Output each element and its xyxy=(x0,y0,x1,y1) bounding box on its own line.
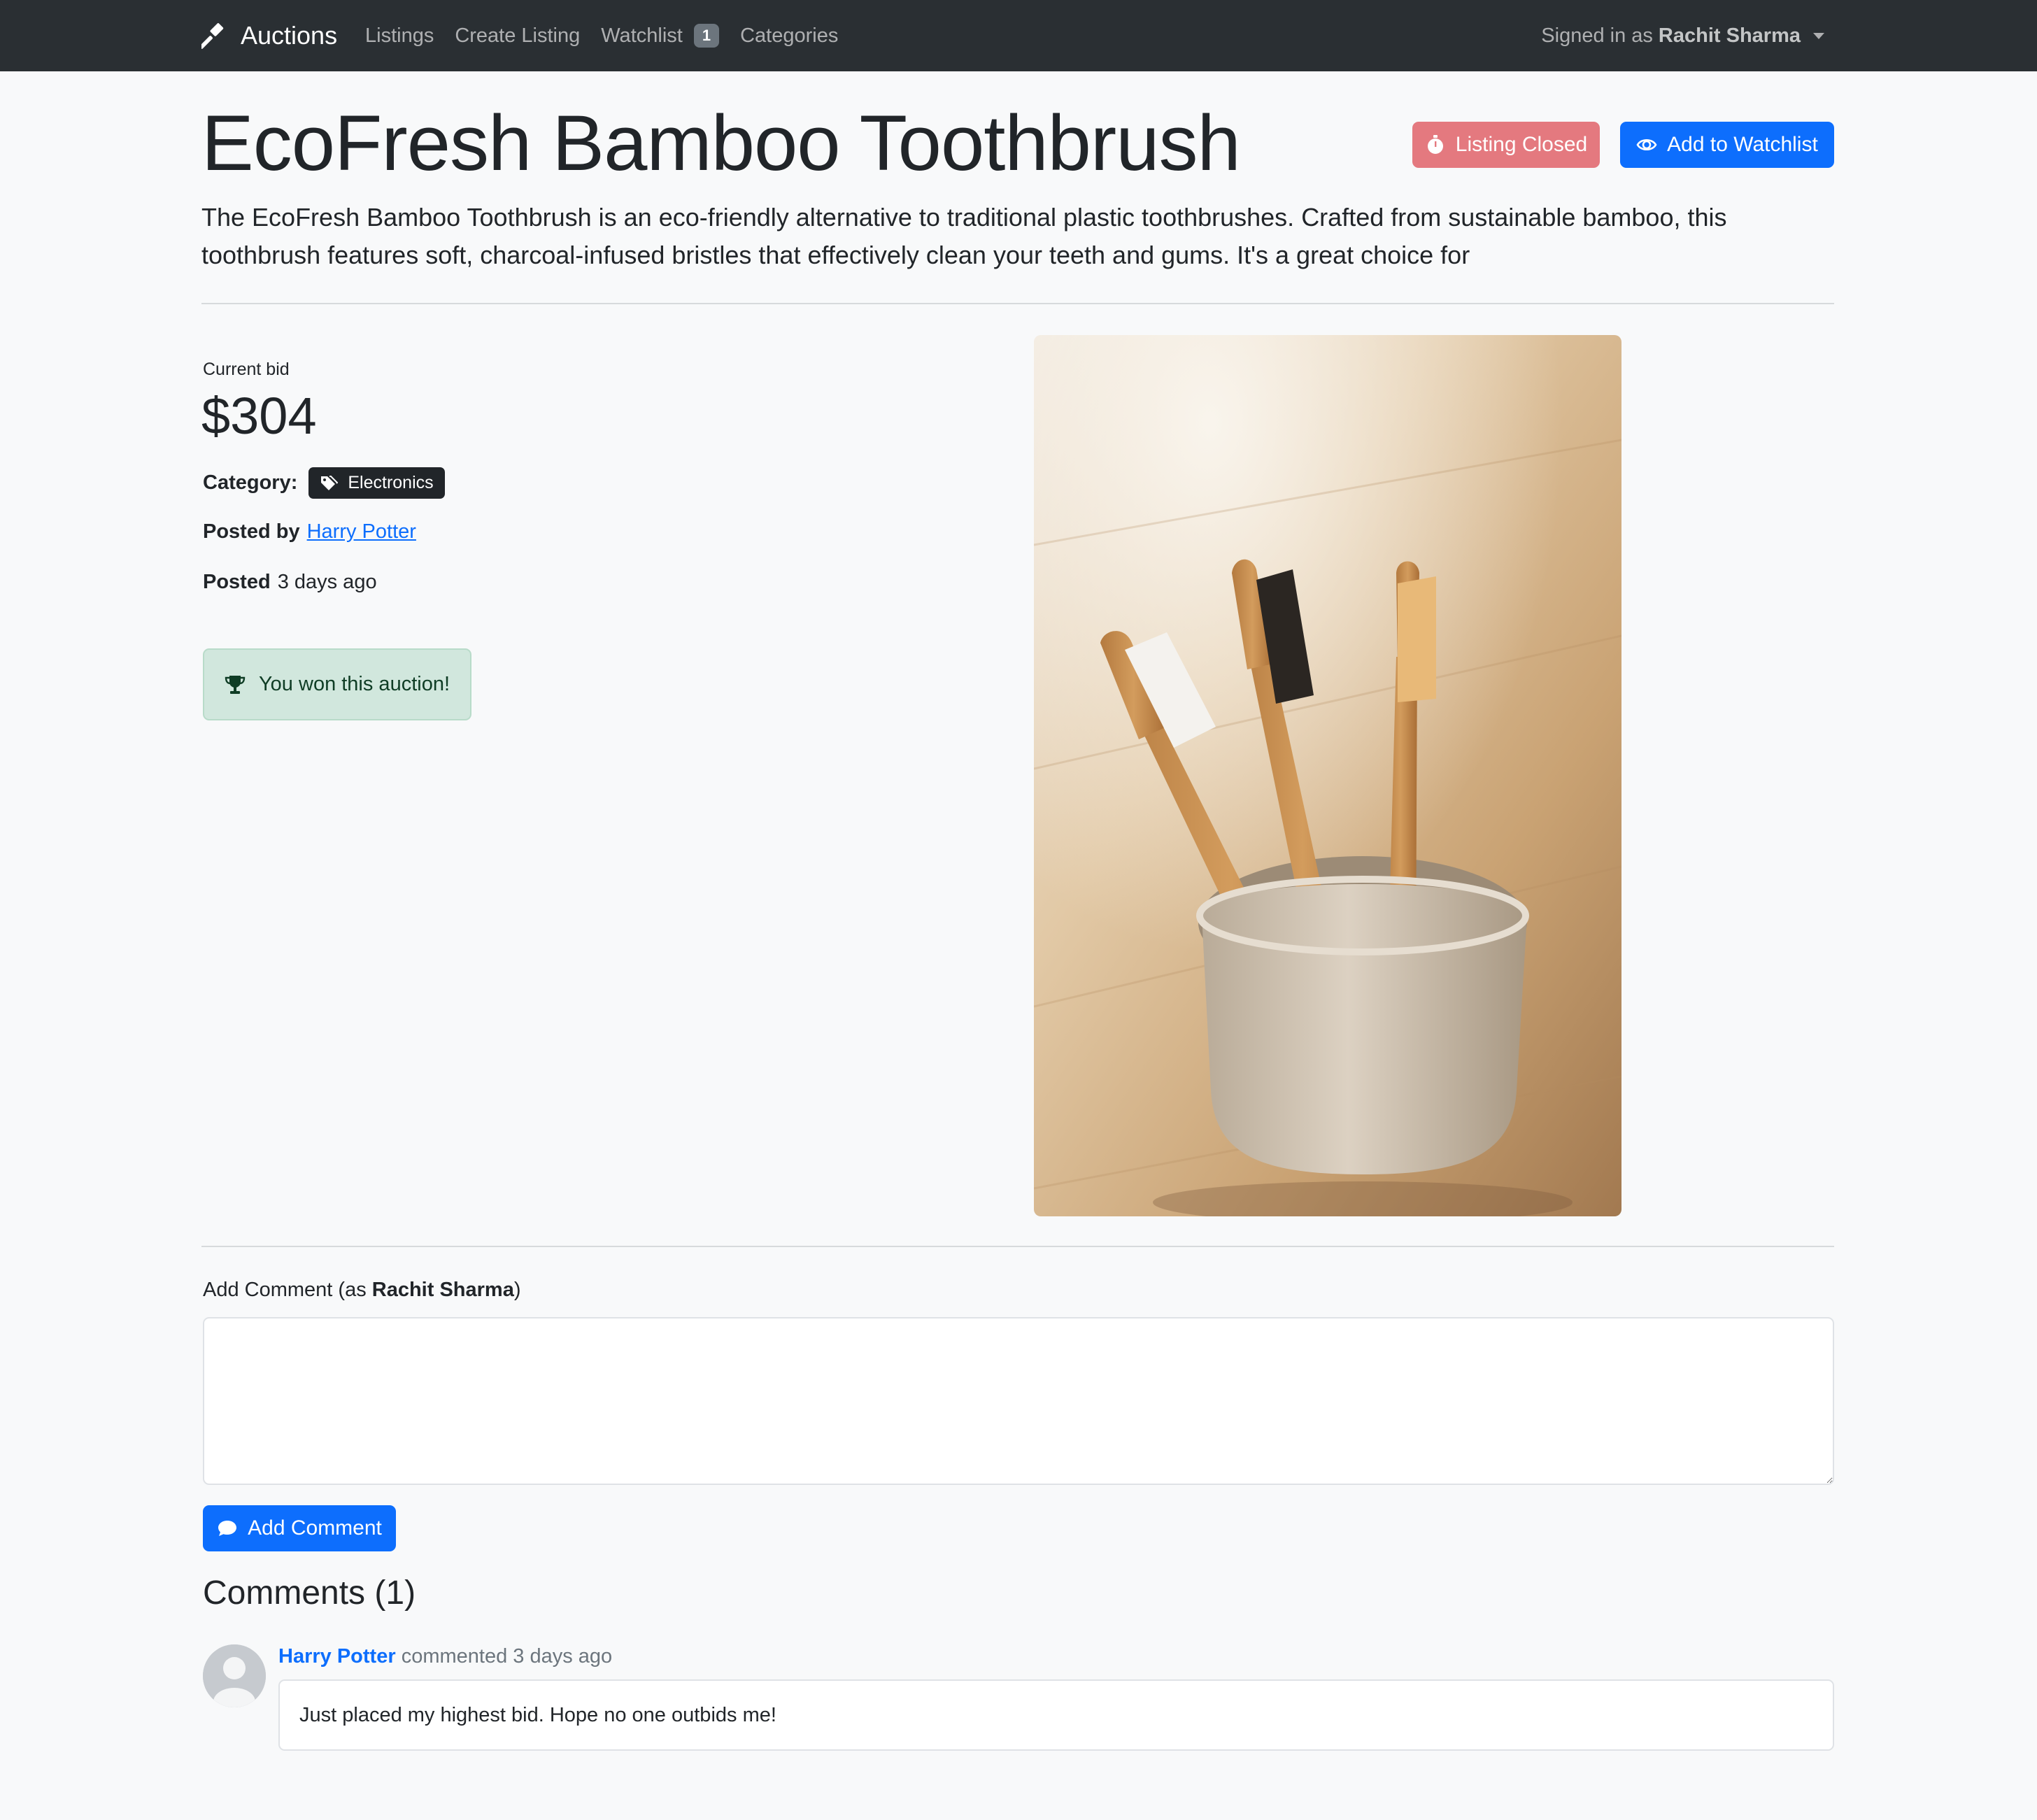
listing-title: EcoFresh Bamboo Toothbrush xyxy=(201,99,1241,187)
user-dropdown[interactable]: Signed in as Rachit Sharma xyxy=(1541,15,1824,56)
add-comment-label: Add Comment (as Rachit Sharma) xyxy=(203,1279,521,1302)
win-alert-text: You won this auction! xyxy=(259,673,450,695)
trophy-icon xyxy=(225,675,246,694)
nav-watchlist[interactable]: Watchlist 1 xyxy=(601,24,720,48)
posted-time: 3 days ago xyxy=(277,571,377,593)
navbar: Auctions Listings Create Listing Watchli… xyxy=(0,0,2037,71)
category-label: Category: xyxy=(203,471,298,494)
listing-closed-button[interactable]: Listing Closed xyxy=(1412,122,1600,168)
nav-links: Listings Create Listing Watchlist 1 Cate… xyxy=(365,15,859,56)
tags-icon xyxy=(321,475,339,490)
nav-listings[interactable]: Listings xyxy=(365,24,434,48)
divider xyxy=(201,1246,1834,1247)
user-avatar-icon xyxy=(203,1644,266,1707)
add-comment-button[interactable]: Add Comment xyxy=(203,1505,396,1551)
signed-in-prefix: Signed in as xyxy=(1541,24,1653,47)
comments-title: Comments (1) xyxy=(203,1574,416,1612)
category-badge-label: Electronics xyxy=(348,473,434,492)
comment-body: Just placed my highest bid. Hope no one … xyxy=(278,1679,1834,1751)
add-comment-label-user: Rachit Sharma xyxy=(371,1279,514,1301)
stopwatch-icon xyxy=(1427,135,1443,154)
posted-by-row: Posted by Harry Potter xyxy=(203,520,416,543)
add-comment-label-prefix: Add Comment (as xyxy=(203,1279,367,1301)
posted-by-label: Posted by xyxy=(203,520,300,543)
gavel-icon xyxy=(201,23,224,49)
brand-link[interactable]: Auctions xyxy=(201,15,337,56)
current-bid-label: Current bid xyxy=(203,360,290,379)
category-row: Category: Electronics xyxy=(203,467,445,499)
comment-time: 3 days ago xyxy=(513,1645,613,1668)
toothbrush-photo xyxy=(1034,335,1621,1216)
chevron-down-icon xyxy=(1813,32,1824,39)
add-comment-button-label: Add Comment xyxy=(248,1516,382,1540)
nav-create-listing[interactable]: Create Listing xyxy=(455,24,580,48)
posted-time-row: Posted 3 days ago xyxy=(203,571,377,594)
signed-in-user: Rachit Sharma xyxy=(1658,24,1801,47)
nav-watchlist-label: Watchlist xyxy=(601,24,683,47)
brand-label: Auctions xyxy=(241,21,338,50)
posted-label: Posted xyxy=(203,571,271,593)
eye-icon xyxy=(1636,138,1657,151)
add-to-watchlist-button[interactable]: Add to Watchlist xyxy=(1620,122,1834,168)
comment-icon xyxy=(218,1521,237,1536)
comment-textarea[interactable] xyxy=(203,1317,1834,1485)
watchlist-count-badge: 1 xyxy=(693,24,720,48)
current-bid-value: $304 xyxy=(201,387,317,445)
win-alert: You won this auction! xyxy=(203,648,471,720)
comment-meta: Harry Potter commented 3 days ago xyxy=(278,1645,612,1668)
add-comment-label-suffix: ) xyxy=(513,1279,521,1301)
nav-categories[interactable]: Categories xyxy=(740,24,838,48)
listing-closed-label: Listing Closed xyxy=(1455,133,1588,156)
comment-author-link[interactable]: Harry Potter xyxy=(278,1645,396,1668)
add-to-watchlist-label: Add to Watchlist xyxy=(1667,133,1818,156)
divider xyxy=(201,303,1834,304)
comment-action: commented xyxy=(401,1645,508,1668)
category-badge[interactable]: Electronics xyxy=(308,467,445,499)
listing-description: The EcoFresh Bamboo Toothbrush is an eco… xyxy=(201,203,1727,269)
posted-by-link[interactable]: Harry Potter xyxy=(307,520,416,543)
